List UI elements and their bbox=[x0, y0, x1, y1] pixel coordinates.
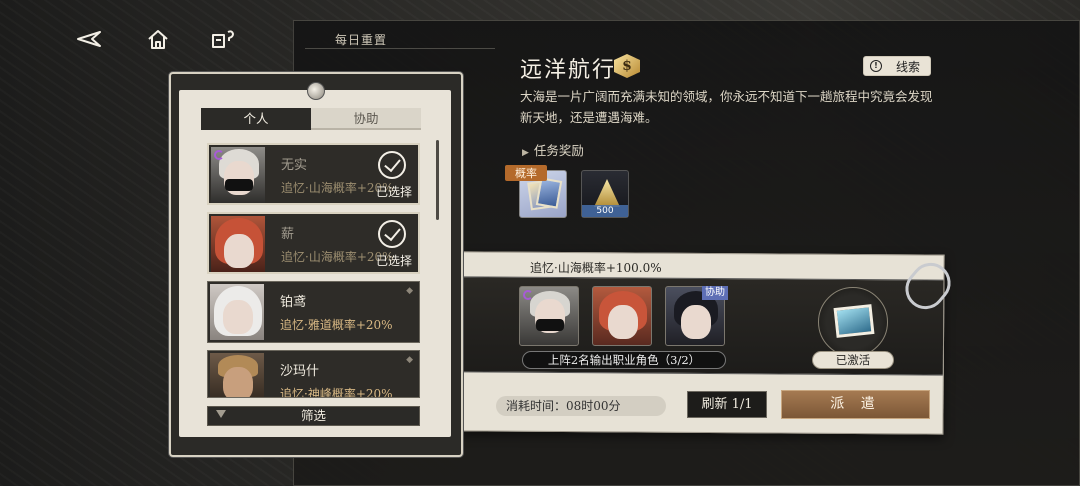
daily-reset-label: 每日重置 bbox=[335, 33, 388, 47]
cost-time: 消耗时间：08时00分 bbox=[496, 396, 666, 416]
home-icon[interactable] bbox=[143, 26, 173, 52]
filter-icon bbox=[216, 410, 226, 420]
total-bonus: 追忆·山海概率+100.0% bbox=[530, 261, 662, 275]
activated-emblem bbox=[818, 287, 888, 357]
character-face bbox=[223, 300, 253, 334]
roster-row-wushi[interactable]: 无实 追忆·山海概率+20% 已选择 bbox=[207, 143, 420, 205]
character-name: 沙玛什 bbox=[280, 364, 320, 379]
avatar bbox=[210, 284, 264, 340]
clue-button[interactable]: ! 线索 bbox=[863, 56, 931, 76]
character-bonus: 追忆·神峰概率+20% bbox=[280, 387, 393, 398]
memory-card-icon bbox=[535, 177, 563, 209]
character-face bbox=[681, 305, 711, 339]
selected-label: 已选择 bbox=[375, 185, 412, 199]
picture-icon bbox=[833, 304, 875, 338]
diamond-icon: ◆ bbox=[406, 355, 413, 365]
character-name: 铂鸢 bbox=[280, 295, 307, 310]
reward-label-text: 任务奖励 bbox=[533, 143, 584, 158]
help-icon[interactable] bbox=[208, 26, 238, 52]
team-slot-2[interactable] bbox=[592, 286, 652, 346]
mission-title: 远洋航行 bbox=[520, 58, 617, 83]
roster-row-xin[interactable]: 薪 追忆·山海概率+20% 已选择 bbox=[207, 212, 420, 274]
roster-row-bojiu[interactable]: 铂鸢 追忆·雅道概率+20% ◆ bbox=[207, 281, 420, 343]
divider bbox=[305, 48, 495, 49]
character-mask bbox=[225, 179, 253, 191]
element-icon bbox=[214, 150, 224, 160]
assist-tag: 协助 bbox=[702, 286, 728, 300]
activated-label: 已激活 bbox=[812, 351, 894, 369]
selected-overlay: 已选择 bbox=[358, 214, 418, 272]
dispatch-button[interactable]: 派 遣 bbox=[781, 390, 930, 419]
selected-label: 已选择 bbox=[375, 254, 412, 268]
refresh-button[interactable]: 刷新 1/1 bbox=[687, 391, 767, 418]
pin-icon bbox=[307, 82, 325, 100]
mission-description: 大海是一片广阔而充满未知的领域，你永远不知道下一趟旅程中究竟会发现新天地，还是遭… bbox=[520, 89, 933, 125]
check-icon bbox=[378, 220, 406, 248]
scrollbar[interactable] bbox=[436, 140, 439, 220]
character-name: 薪 bbox=[281, 227, 295, 242]
reward-gold[interactable]: 500 bbox=[581, 170, 629, 218]
reward-heading: ▶ 任务奖励 bbox=[522, 140, 584, 159]
character-mask bbox=[536, 319, 564, 331]
avatar bbox=[211, 216, 265, 272]
tab-assist[interactable]: 协助 bbox=[311, 108, 421, 130]
tab-personal[interactable]: 个人 bbox=[201, 108, 311, 130]
class-requirement: 上阵2名输出职业角色（3/2） bbox=[522, 351, 726, 369]
element-icon bbox=[523, 290, 533, 300]
avatar bbox=[210, 353, 264, 397]
reward-count: 500 bbox=[582, 205, 628, 217]
clue-label: 线索 bbox=[896, 59, 921, 74]
game-screen: { "nav": { "back_icon": "back-arrow-icon… bbox=[0, 0, 1080, 486]
team-slot-1[interactable] bbox=[519, 286, 579, 346]
character-face bbox=[223, 367, 253, 397]
character-name: 无实 bbox=[281, 158, 308, 173]
filter-button[interactable]: 筛选 bbox=[207, 406, 420, 426]
back-arrow-icon[interactable] bbox=[74, 26, 104, 52]
character-face bbox=[224, 234, 254, 268]
filter-label: 筛选 bbox=[300, 408, 326, 423]
diamond-icon: ◆ bbox=[406, 286, 413, 296]
check-icon bbox=[378, 151, 406, 179]
triangle-icon: ▶ bbox=[522, 148, 529, 158]
selected-overlay: 已选择 bbox=[358, 145, 418, 203]
probability-tag: 概率 bbox=[505, 165, 547, 181]
character-bonus: 追忆·雅道概率+20% bbox=[280, 318, 393, 332]
info-icon: ! bbox=[870, 60, 882, 72]
roster-row-shamashi[interactable]: 沙玛什 追忆·神峰概率+20% ◆ bbox=[207, 350, 420, 398]
gold-pile-icon bbox=[594, 179, 620, 207]
avatar bbox=[211, 147, 265, 203]
character-face bbox=[608, 305, 638, 339]
